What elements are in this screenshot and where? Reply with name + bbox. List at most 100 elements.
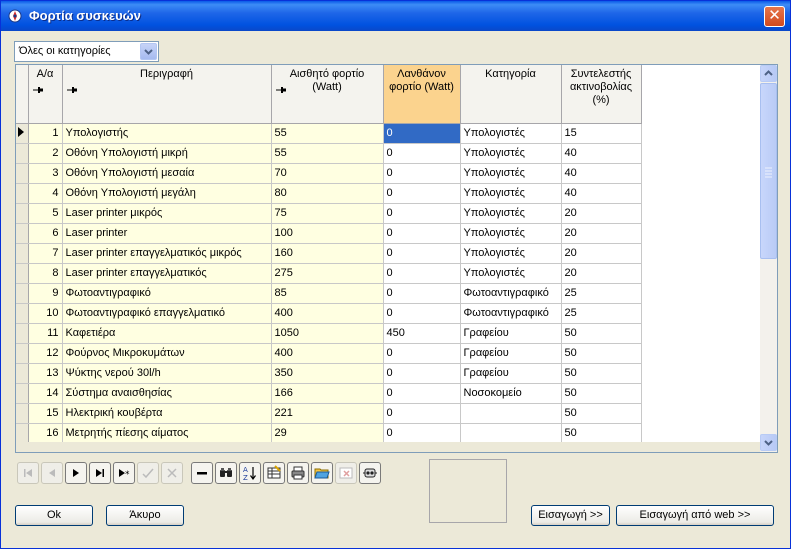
- col-category-cell[interactable]: Φωτοαντιγραφικό: [460, 303, 562, 324]
- col-latent-load-cell[interactable]: 0: [383, 123, 461, 144]
- col-category-cell[interactable]: Υπολογιστές: [460, 163, 562, 184]
- col-index-cell[interactable]: 5: [28, 203, 63, 224]
- col-category-cell[interactable]: [460, 423, 562, 444]
- col-radiation-factor-cell[interactable]: 15: [561, 123, 642, 144]
- col-radiation-factor-cell[interactable]: 40: [561, 183, 642, 204]
- col-category-cell[interactable]: Υπολογιστές: [460, 243, 562, 264]
- col-radiation-factor-cell[interactable]: 50: [561, 343, 642, 364]
- col-sensible-load-cell[interactable]: 85: [271, 283, 384, 304]
- col-index-header[interactable]: Α/α: [28, 65, 63, 124]
- first-record-button[interactable]: [17, 462, 39, 484]
- sort-button[interactable]: AZ: [239, 462, 261, 484]
- row-indicator[interactable]: [16, 363, 29, 384]
- col-radiation-factor-cell[interactable]: 40: [561, 143, 642, 164]
- table-row[interactable]: 2 Οθόνη Υπολογιστή μικρή 55 0 Υπολογιστές 40: [16, 143, 761, 164]
- col-category-cell[interactable]: Γραφείου: [460, 343, 562, 364]
- col-latent-load-cell[interactable]: 450: [383, 323, 461, 344]
- col-description-cell[interactable]: Υπολογιστής: [62, 123, 272, 144]
- row-indicator[interactable]: [16, 183, 29, 204]
- col-category-header[interactable]: Κατηγορία: [460, 65, 562, 124]
- table-row[interactable]: 11 Καφετιέρα 1050 450 Γραφείου 50: [16, 323, 761, 344]
- col-description-cell[interactable]: Φωτοαντιγραφικό επαγγελματικό: [62, 303, 272, 324]
- col-sensible-load-cell[interactable]: 75: [271, 203, 384, 224]
- dropdown-button[interactable]: [140, 43, 157, 60]
- table-row[interactable]: 16 Μετρητής πίεσης αίματος 29 0 50: [16, 423, 761, 444]
- col-category-cell[interactable]: Υπολογιστές: [460, 203, 562, 224]
- col-index-cell[interactable]: 6: [28, 223, 63, 244]
- col-latent-load-cell[interactable]: 0: [383, 423, 461, 444]
- table-row[interactable]: 12 Φούρνος Μικροκυμάτων 400 0 Γραφείου 50: [16, 343, 761, 364]
- col-latent-load-cell[interactable]: 0: [383, 383, 461, 404]
- col-description-header[interactable]: Περιγραφή: [62, 65, 272, 124]
- table-row[interactable]: 14 Σύστημα αναισθησίας 166 0 Νοσοκομείο 50: [16, 383, 761, 404]
- table-row[interactable]: 6 Laser printer 100 0 Υπολογιστές 20: [16, 223, 761, 244]
- table-row[interactable]: 7 Laser printer επαγγελματικός μικρός 160 0…: [16, 243, 761, 264]
- col-radiation-factor-cell[interactable]: 50: [561, 363, 642, 384]
- col-sensible-load-cell[interactable]: 275: [271, 263, 384, 284]
- row-indicator[interactable]: [16, 343, 29, 364]
- table-row[interactable]: 4 Οθόνη Υπολογιστή μεγάλη 80 0 Υπολογιστές 40: [16, 183, 761, 204]
- col-index-cell[interactable]: 15: [28, 403, 63, 424]
- col-index-cell[interactable]: 3: [28, 163, 63, 184]
- last-record-button[interactable]: [89, 462, 111, 484]
- col-description-cell[interactable]: Οθόνη Υπολογιστή μεσαία: [62, 163, 272, 184]
- col-latent-load-cell[interactable]: 0: [383, 203, 461, 224]
- clear-button[interactable]: [335, 462, 357, 484]
- row-indicator[interactable]: [16, 323, 29, 344]
- delete-record-button[interactable]: [191, 462, 213, 484]
- col-description-cell[interactable]: Laser printer μικρός: [62, 203, 272, 224]
- col-index-cell[interactable]: 2: [28, 143, 63, 164]
- col-radiation-factor-cell[interactable]: 50: [561, 423, 642, 444]
- row-indicator[interactable]: [16, 263, 29, 284]
- col-sensible-load-cell[interactable]: 1050: [271, 323, 384, 344]
- col-category-cell[interactable]: Υπολογιστές: [460, 223, 562, 244]
- col-description-cell[interactable]: Οθόνη Υπολογιστή μικρή: [62, 143, 272, 164]
- row-indicator[interactable]: [16, 223, 29, 244]
- table-row[interactable]: 5 Laser printer μικρός 75 0 Υπολογιστές 20: [16, 203, 761, 224]
- row-indicator[interactable]: [16, 383, 29, 404]
- close-button[interactable]: ✕: [764, 6, 785, 27]
- col-index-cell[interactable]: 10: [28, 303, 63, 324]
- post-button[interactable]: [137, 462, 159, 484]
- devices-grid[interactable]: Α/α Περιγραφή Αισθητό φορτίο (Watt) Λανθάνο…: [15, 64, 778, 453]
- col-category-cell[interactable]: Υπολογιστές: [460, 123, 562, 144]
- col-category-cell[interactable]: Υπολογιστές: [460, 183, 562, 204]
- insert-from-web-button[interactable]: Εισαγωγή από web >>: [616, 505, 774, 526]
- col-description-cell[interactable]: Φούρνος Μικροκυμάτων: [62, 343, 272, 364]
- col-category-cell[interactable]: Υπολογιστές: [460, 263, 562, 284]
- col-description-cell[interactable]: Οθόνη Υπολογιστή μεγάλη: [62, 183, 272, 204]
- row-indicator[interactable]: [16, 163, 29, 184]
- col-index-cell[interactable]: 11: [28, 323, 63, 344]
- row-indicator[interactable]: [16, 283, 29, 304]
- col-latent-load-cell[interactable]: 0: [383, 143, 461, 164]
- col-category-cell[interactable]: Νοσοκομείο: [460, 383, 562, 404]
- col-latent-load-cell[interactable]: 0: [383, 163, 461, 184]
- col-category-cell[interactable]: Γραφείου: [460, 323, 562, 344]
- col-sensible-load-cell[interactable]: 100: [271, 223, 384, 244]
- col-radiation-factor-cell[interactable]: 20: [561, 263, 642, 284]
- col-description-cell[interactable]: Laser printer επαγγελματικός: [62, 263, 272, 284]
- row-indicator[interactable]: [16, 243, 29, 264]
- col-sensible-load-cell[interactable]: 400: [271, 303, 384, 324]
- vertical-scrollbar[interactable]: [760, 65, 777, 452]
- print-button[interactable]: [287, 462, 309, 484]
- col-category-cell[interactable]: [460, 403, 562, 424]
- col-radiation-factor-cell[interactable]: 20: [561, 203, 642, 224]
- scrollbar-thumb[interactable]: [760, 83, 777, 259]
- col-description-cell[interactable]: Laser printer: [62, 223, 272, 244]
- col-index-cell[interactable]: 7: [28, 243, 63, 264]
- table-row[interactable]: 8 Laser printer επαγγελματικός 275 0 Υπολογι…: [16, 263, 761, 284]
- row-indicator[interactable]: [16, 203, 29, 224]
- col-latent-load-header[interactable]: Λανθάνον φορτίο (Watt): [383, 65, 461, 124]
- col-category-cell[interactable]: Υπολογιστές: [460, 143, 562, 164]
- col-radiation-factor-cell[interactable]: 20: [561, 223, 642, 244]
- col-index-cell[interactable]: 9: [28, 283, 63, 304]
- col-index-cell[interactable]: 13: [28, 363, 63, 384]
- row-indicator[interactable]: [16, 123, 29, 144]
- category-filter-select[interactable]: Όλες οι κατηγορίες: [14, 41, 159, 62]
- col-latent-load-cell[interactable]: 0: [383, 183, 461, 204]
- col-category-cell[interactable]: Φωτοαντιγραφικό: [460, 283, 562, 304]
- cancel-button[interactable]: Άκυρο: [106, 505, 184, 526]
- next-record-button[interactable]: [65, 462, 87, 484]
- col-description-cell[interactable]: Καφετιέρα: [62, 323, 272, 344]
